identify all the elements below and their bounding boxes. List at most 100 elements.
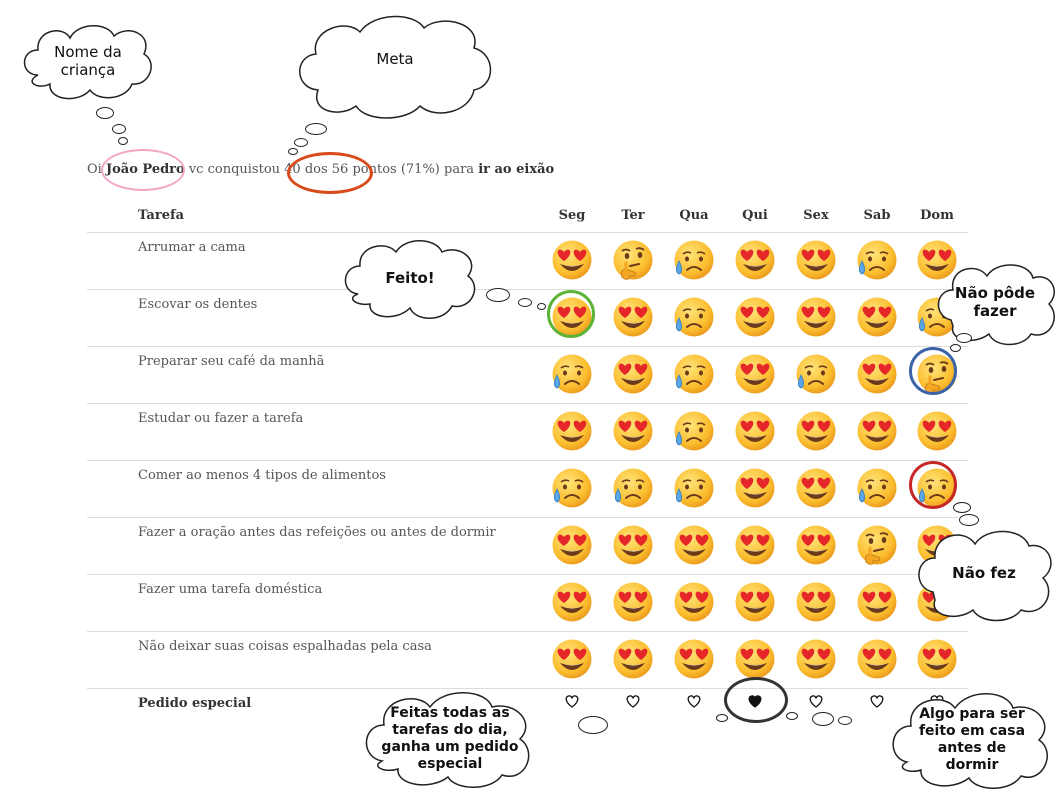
outline-heart-icon[interactable] xyxy=(869,693,885,709)
thought-bubble xyxy=(959,514,979,526)
row-divider xyxy=(87,574,968,575)
heart-eyes-face-icon[interactable] xyxy=(673,638,715,680)
sad-sweat-face-icon[interactable] xyxy=(612,467,654,509)
sad-sweat-face-icon[interactable] xyxy=(856,467,898,509)
heart-eyes-face-icon[interactable] xyxy=(734,296,776,338)
sad-sweat-face-icon[interactable] xyxy=(551,467,593,509)
sad-sweat-face-icon[interactable] xyxy=(673,410,715,452)
row-divider xyxy=(87,232,968,233)
did-not-cloud-text: Não fez xyxy=(952,564,1016,582)
task-label: Comer ao menos 4 tipos de alimentos xyxy=(138,468,386,483)
goal-cloud-text: Meta xyxy=(376,50,414,68)
sad-sweat-face-icon[interactable] xyxy=(673,296,715,338)
thought-bubble xyxy=(578,716,608,734)
could-not-cloud: Não pôde fazer xyxy=(933,258,1057,346)
thought-bubble xyxy=(950,344,961,352)
heart-eyes-face-icon[interactable] xyxy=(734,524,776,566)
heart-eyes-face-icon[interactable] xyxy=(551,581,593,623)
row-divider xyxy=(87,460,968,461)
outline-heart-icon[interactable] xyxy=(564,693,580,709)
task-label: Preparar seu café da manhã xyxy=(138,354,325,369)
child-name-cloud-text: Nome da criança xyxy=(54,43,122,79)
outline-heart-icon[interactable] xyxy=(808,693,824,709)
outline-heart-icon[interactable] xyxy=(686,693,702,709)
heart-eyes-face-icon[interactable] xyxy=(551,410,593,452)
special-request-cloud-text: Algo para ser feito em casa antes de dor… xyxy=(918,706,1026,773)
heart-eyes-face-icon[interactable] xyxy=(612,353,654,395)
row-divider xyxy=(87,346,968,347)
heart-eyes-face-icon[interactable] xyxy=(612,638,654,680)
heart-eyes-face-icon[interactable] xyxy=(856,638,898,680)
heart-eyes-face-icon[interactable] xyxy=(795,581,837,623)
special-request-cloud: Algo para ser feito em casa antes de dor… xyxy=(887,688,1057,792)
row-divider xyxy=(87,631,968,632)
task-label: Arrumar a cama xyxy=(138,240,246,255)
goal-cloud: Meta xyxy=(290,12,500,122)
sad-sweat-face-icon[interactable] xyxy=(795,353,837,395)
heart-eyes-face-icon[interactable] xyxy=(612,410,654,452)
heart-eyes-face-icon[interactable] xyxy=(916,638,958,680)
task-label: Estudar ou fazer a tarefa xyxy=(138,411,304,426)
sad-sweat-face-icon[interactable] xyxy=(856,239,898,281)
heart-eyes-face-icon[interactable] xyxy=(551,638,593,680)
thought-bubble xyxy=(956,333,972,343)
done-cloud: Feito! xyxy=(340,236,480,320)
sad-sweat-face-icon[interactable] xyxy=(673,353,715,395)
heart-eyes-face-icon[interactable] xyxy=(856,581,898,623)
heart-eyes-face-icon[interactable] xyxy=(795,524,837,566)
heart-eyes-face-icon[interactable] xyxy=(795,410,837,452)
heart-eyes-face-icon[interactable] xyxy=(734,638,776,680)
did-not-cloud: Não fez xyxy=(913,524,1055,622)
heart-eyes-face-icon[interactable] xyxy=(734,467,776,509)
heart-eyes-face-icon[interactable] xyxy=(795,239,837,281)
task-column-header: Tarefa xyxy=(138,208,184,223)
day-header-seg: Seg xyxy=(558,208,586,223)
thinking-face-icon[interactable] xyxy=(856,524,898,566)
outline-heart-icon[interactable] xyxy=(625,693,641,709)
goal-highlight-ring xyxy=(287,152,373,194)
heart-eyes-face-icon[interactable] xyxy=(916,410,958,452)
thought-bubble xyxy=(118,137,128,145)
heart-eyes-face-icon[interactable] xyxy=(734,581,776,623)
heart-eyes-face-icon[interactable] xyxy=(856,410,898,452)
task-label: Não deixar suas coisas espalhadas pela c… xyxy=(138,639,432,654)
heart-eyes-face-icon[interactable] xyxy=(856,296,898,338)
day-header-qui: Qui xyxy=(742,208,768,223)
all-done-cloud-text: Feitas todas as tarefas do dia, ganha um… xyxy=(381,705,519,772)
thought-bubble xyxy=(112,124,126,134)
heart-eyes-face-icon[interactable] xyxy=(612,296,654,338)
heart-eyes-face-icon[interactable] xyxy=(734,353,776,395)
heart-eyes-face-icon[interactable] xyxy=(612,524,654,566)
heart-eyes-face-icon[interactable] xyxy=(734,239,776,281)
day-header-sex: Sex xyxy=(803,208,829,223)
thought-bubble xyxy=(812,712,834,726)
day-header-sab: Sab xyxy=(863,208,891,223)
thinking-face-icon[interactable] xyxy=(612,239,654,281)
task-label: Escovar os dentes xyxy=(138,297,258,312)
heart-eyes-face-icon[interactable] xyxy=(673,581,715,623)
heart-eyes-face-icon[interactable] xyxy=(795,638,837,680)
heart-eyes-face-icon[interactable] xyxy=(551,524,593,566)
heart-eyes-face-icon[interactable] xyxy=(734,410,776,452)
thought-bubble xyxy=(96,107,114,119)
sad-sweat-face-icon[interactable] xyxy=(673,239,715,281)
row-divider xyxy=(87,289,968,290)
done-cloud-text: Feito! xyxy=(385,269,435,287)
all-done-cloud: Feitas todas as tarefas do dia, ganha um… xyxy=(360,687,540,791)
sad-sweat-face-icon[interactable] xyxy=(673,467,715,509)
heart-eyes-face-icon[interactable] xyxy=(856,353,898,395)
sad-sweat-face-icon[interactable] xyxy=(551,353,593,395)
heart-eyes-face-icon[interactable] xyxy=(673,524,715,566)
thought-bubble xyxy=(786,712,798,720)
heart-eyes-face-icon[interactable] xyxy=(551,239,593,281)
done-highlight-ring xyxy=(547,290,595,338)
thought-bubble xyxy=(537,303,546,310)
heart-eyes-face-icon[interactable] xyxy=(795,467,837,509)
heart-eyes-face-icon[interactable] xyxy=(612,581,654,623)
goal-text: ir ao eixão xyxy=(478,162,555,177)
heart-eyes-face-icon[interactable] xyxy=(795,296,837,338)
day-header-qua: Qua xyxy=(679,208,709,223)
thought-bubble xyxy=(838,716,852,725)
task-label: Fazer a oração antes das refeições ou an… xyxy=(138,525,496,540)
child-name-highlight-ring xyxy=(101,149,185,191)
